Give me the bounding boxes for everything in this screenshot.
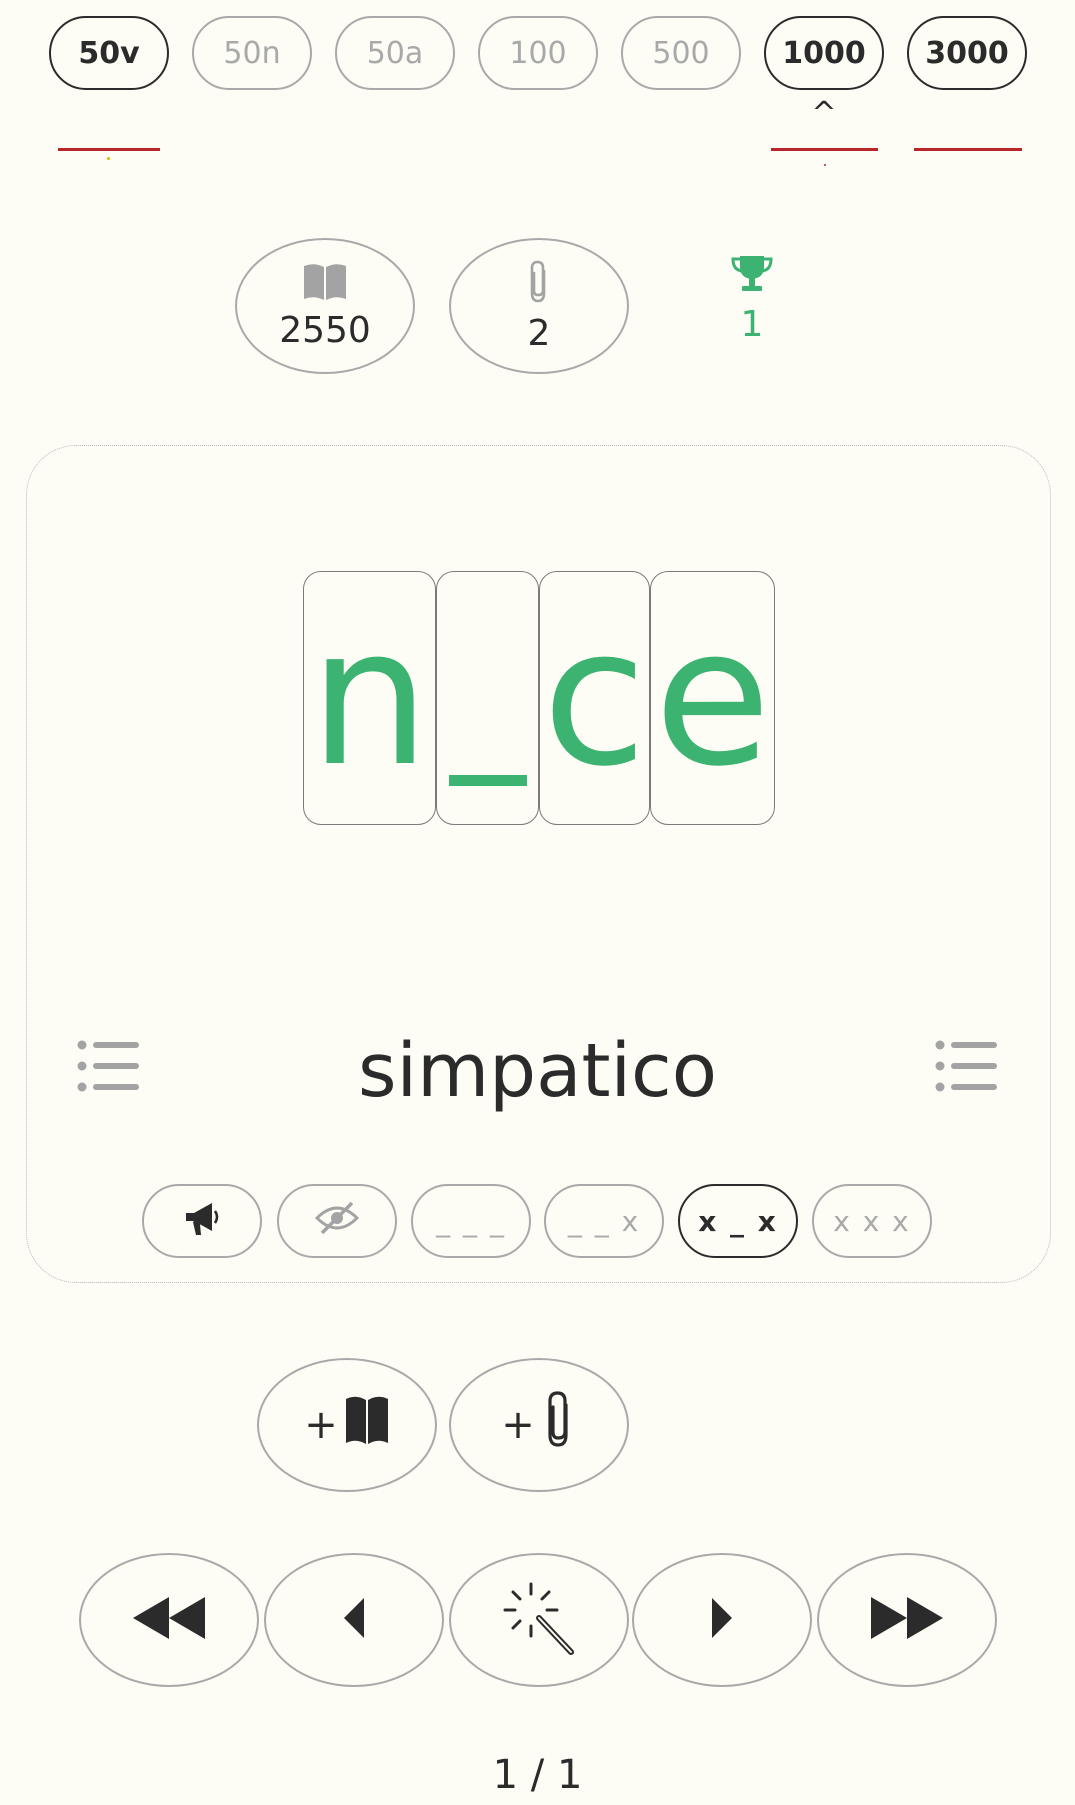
trophy-stat: 1 xyxy=(690,254,814,345)
tile-letter: n xyxy=(309,587,430,808)
mode-show-all-button[interactable]: x x x xyxy=(812,1184,932,1258)
mode-show-ends-button[interactable]: x _ x xyxy=(678,1184,798,1258)
paperclip-icon xyxy=(541,1389,577,1461)
level-progress-underline-50v xyxy=(58,148,160,151)
clip-count: 2 xyxy=(527,312,551,354)
mode-label: _ _ _ xyxy=(436,1204,506,1238)
paperclip-icon xyxy=(524,259,554,309)
mode-label: x _ x xyxy=(698,1204,778,1238)
next-icon xyxy=(710,1596,734,1644)
level-3000-button[interactable]: 3000 xyxy=(907,16,1027,90)
mode-show-last-button[interactable]: _ _ x xyxy=(544,1184,664,1258)
previous-icon xyxy=(342,1596,366,1644)
magic-wand-icon xyxy=(501,1580,577,1660)
trophy-icon xyxy=(730,254,774,298)
blank-letter-tile[interactable] xyxy=(436,571,539,825)
book-count: 2550 xyxy=(279,309,371,351)
blank-slot xyxy=(448,775,527,786)
previous-button[interactable] xyxy=(264,1553,444,1687)
mode-hide-all-button[interactable]: _ _ _ xyxy=(411,1184,531,1258)
book-count-button[interactable]: 2550 xyxy=(235,238,415,374)
level-progress-dot xyxy=(107,157,110,160)
book-icon xyxy=(302,262,348,306)
level-50n-button[interactable]: 50n xyxy=(192,16,312,90)
book-icon xyxy=(344,1394,390,1456)
level-label: 50v xyxy=(78,35,140,71)
next-button[interactable] xyxy=(632,1553,812,1687)
letter-tile[interactable]: e xyxy=(650,571,775,825)
letter-tile[interactable]: c xyxy=(539,571,650,825)
level-progress-dot xyxy=(824,164,826,166)
level-1000-button[interactable]: 1000 xyxy=(764,16,884,90)
last-button[interactable] xyxy=(817,1553,997,1687)
level-progress-underline-3000 xyxy=(914,148,1022,151)
mode-label: x x x xyxy=(833,1204,911,1238)
tile-letter: c xyxy=(542,587,647,808)
list-icon-right[interactable] xyxy=(935,1040,999,1092)
first-button[interactable] xyxy=(79,1553,259,1687)
magic-hint-button[interactable] xyxy=(449,1553,629,1687)
tile-letter: e xyxy=(654,587,771,808)
eye-slash-icon xyxy=(314,1200,360,1243)
letter-tile[interactable]: n xyxy=(303,571,436,825)
level-500-button[interactable]: 500 xyxy=(621,16,741,90)
app-root: { "levels": [ {"label": "50v", "active":… xyxy=(0,0,1075,1805)
level-label: 3000 xyxy=(925,35,1009,71)
level-progress-underline-1000 xyxy=(771,148,878,151)
megaphone-icon xyxy=(182,1198,222,1245)
speak-button[interactable] xyxy=(142,1184,262,1258)
rewind-icon xyxy=(131,1595,207,1645)
add-book-label: + xyxy=(304,1402,338,1448)
level-100-button[interactable]: 100 xyxy=(478,16,598,90)
add-clip-label: + xyxy=(501,1402,535,1448)
puzzle-card xyxy=(26,445,1051,1283)
level-current-marker: ^ xyxy=(811,96,837,131)
level-label: 50a xyxy=(366,35,424,71)
level-label: 1000 xyxy=(782,35,866,71)
level-50v-button[interactable]: 50v xyxy=(49,16,169,90)
clip-count-button[interactable]: 2 xyxy=(449,238,629,374)
level-50a-button[interactable]: 50a xyxy=(335,16,455,90)
add-clip-button[interactable]: + xyxy=(449,1358,629,1492)
hide-button[interactable] xyxy=(277,1184,397,1258)
level-label: 500 xyxy=(652,35,710,71)
mode-label: _ _ x xyxy=(567,1204,641,1238)
fast-forward-icon xyxy=(869,1595,945,1645)
page-indicator: 1 / 1 xyxy=(492,1752,583,1798)
add-book-button[interactable]: + xyxy=(257,1358,437,1492)
answer-word: simpatico xyxy=(357,1028,718,1114)
trophy-count: 1 xyxy=(740,304,764,345)
level-label: 50n xyxy=(223,35,281,71)
level-label: 100 xyxy=(509,35,567,71)
